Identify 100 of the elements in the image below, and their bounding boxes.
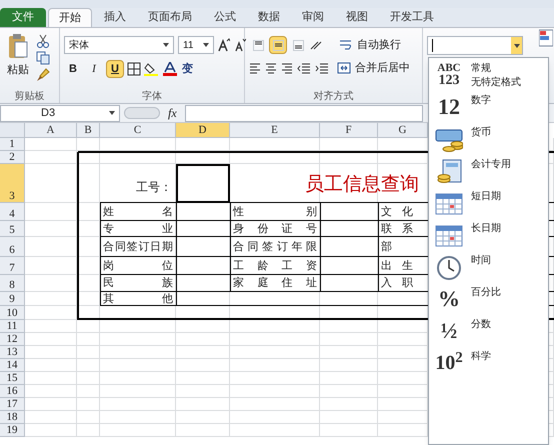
option-label: 时间: [471, 254, 491, 268]
font-color-icon[interactable]: [163, 62, 177, 76]
clock-icon: [435, 254, 463, 280]
shrink-font-icon[interactable]: [234, 38, 246, 52]
font-name-field[interactable]: 宋体: [64, 36, 174, 54]
align-middle-icon: [272, 40, 284, 50]
row-header[interactable]: 10: [0, 306, 25, 320]
field-label: 联系: [381, 222, 423, 237]
formula-input[interactable]: [184, 104, 423, 122]
row-header[interactable]: 15: [0, 372, 25, 385]
form-title: 员工信息查询: [305, 173, 419, 198]
ribbon-tab[interactable]: 页面布局: [138, 8, 202, 27]
fill-color-icon[interactable]: [144, 62, 160, 76]
grow-font-icon[interactable]: [218, 38, 230, 52]
id-label: 工号：: [136, 178, 172, 196]
fraction-icon-text: ½: [440, 319, 458, 343]
field-label: 文化: [381, 204, 423, 220]
borders-icon[interactable]: [127, 62, 141, 76]
row-header[interactable]: 11: [0, 320, 25, 333]
field-label: 专业: [103, 222, 173, 237]
format-option[interactable]: ABC 123 常规 无特定格式: [429, 58, 548, 90]
option-label: 数字: [471, 94, 491, 108]
column-header[interactable]: B: [77, 123, 100, 138]
scissors-icon[interactable]: [36, 34, 50, 48]
wrap-text-button[interactable]: 自动换行: [339, 36, 401, 54]
row-header[interactable]: 17: [0, 398, 25, 411]
dropdown-arrow-icon: [109, 111, 115, 115]
group-label: 剪贴板: [14, 90, 46, 103]
group-label: 字体: [141, 90, 163, 103]
row-header[interactable]: 12: [0, 333, 25, 346]
row-header[interactable]: 18: [0, 411, 25, 424]
vertical-align-button[interactable]: [269, 36, 287, 54]
dropdown-button[interactable]: [511, 37, 522, 54]
ribbon-tab[interactable]: 审阅: [292, 8, 334, 27]
align-left-icon[interactable]: [249, 62, 261, 74]
underline-button[interactable]: U: [106, 60, 124, 78]
copy-icon[interactable]: [36, 51, 50, 65]
format-option[interactable]: 10$^{2}$ 科学: [429, 346, 548, 378]
ribbon-tab[interactable]: 数据: [248, 8, 290, 27]
field-label: 合同签订年限: [233, 240, 317, 255]
row-header[interactable]: 2: [0, 151, 25, 164]
row-header[interactable]: 5: [0, 221, 25, 237]
format-option[interactable]: 时间: [429, 250, 548, 282]
ribbon-tab[interactable]: 开始: [48, 8, 92, 27]
field-label: 工龄工资: [233, 258, 317, 274]
ribbon-tab[interactable]: 视图: [336, 8, 378, 27]
option-label: 会计专用: [471, 158, 511, 172]
brush-icon[interactable]: [36, 68, 50, 82]
format-option[interactable]: ½ 分数: [429, 314, 548, 346]
format-option[interactable]: 12 数字: [429, 90, 548, 122]
row-header[interactable]: 7: [0, 257, 25, 275]
indent-increase-icon[interactable]: [315, 62, 329, 74]
ribbon-tab[interactable]: 开发工具: [380, 8, 444, 27]
column-header[interactable]: C: [100, 123, 176, 138]
merge-center-button[interactable]: 合并后居中: [337, 60, 410, 76]
selected-cell[interactable]: [176, 164, 230, 203]
ledger-coins-icon: [435, 158, 463, 184]
format-option[interactable]: 货币: [429, 122, 548, 154]
row-header[interactable]: 6: [0, 237, 25, 257]
column-header[interactable]: E: [230, 123, 320, 138]
row-header[interactable]: 9: [0, 292, 25, 306]
option-label: 长日期: [471, 222, 501, 236]
field-label: 出生: [381, 258, 423, 274]
splitter-handle[interactable]: [124, 107, 160, 119]
column-header[interactable]: F: [320, 123, 378, 138]
row-header[interactable]: 19: [0, 424, 25, 437]
format-option[interactable]: 长日期: [429, 218, 548, 250]
field-label: 性别: [233, 204, 317, 220]
column-header[interactable]: A: [25, 123, 77, 138]
align-right-icon[interactable]: [281, 62, 293, 74]
font-size-field[interactable]: 11: [178, 36, 214, 54]
column-header[interactable]: G: [378, 123, 428, 138]
phonetic-button[interactable]: 变: [180, 60, 195, 78]
row-header[interactable]: 14: [0, 359, 25, 372]
name-box[interactable]: D3: [0, 104, 120, 122]
field-label: 其他: [103, 292, 173, 307]
align-center-icon[interactable]: [265, 62, 277, 74]
column-header[interactable]: D: [176, 123, 230, 138]
italic-button[interactable]: I: [85, 60, 103, 78]
file-tab[interactable]: 文件: [0, 8, 46, 27]
ribbon-tab[interactable]: 插入: [94, 8, 136, 27]
format-option[interactable]: % 百分比: [429, 282, 548, 314]
bold-button[interactable]: B: [64, 60, 82, 78]
number-format-field[interactable]: [427, 36, 523, 55]
indent-decrease-icon[interactable]: [297, 62, 311, 74]
merge-cells-icon: [337, 62, 351, 74]
format-option[interactable]: 短日期: [429, 186, 548, 218]
row-header[interactable]: 16: [0, 385, 25, 398]
row-header[interactable]: 1: [0, 138, 25, 151]
row-header[interactable]: 8: [0, 275, 25, 292]
row-header[interactable]: 13: [0, 346, 25, 359]
row-header[interactable]: 3: [0, 164, 25, 203]
field-label: 部: [381, 240, 402, 255]
paste-button[interactable]: 粘贴: [4, 32, 32, 89]
format-option[interactable]: 会计专用: [429, 154, 548, 186]
conditional-format-icon[interactable]: [539, 28, 553, 48]
insert-function-button[interactable]: fx: [168, 104, 177, 122]
ribbon-tab[interactable]: 公式: [204, 8, 246, 27]
field-label: 姓名: [103, 204, 173, 220]
row-header[interactable]: 4: [0, 203, 25, 221]
